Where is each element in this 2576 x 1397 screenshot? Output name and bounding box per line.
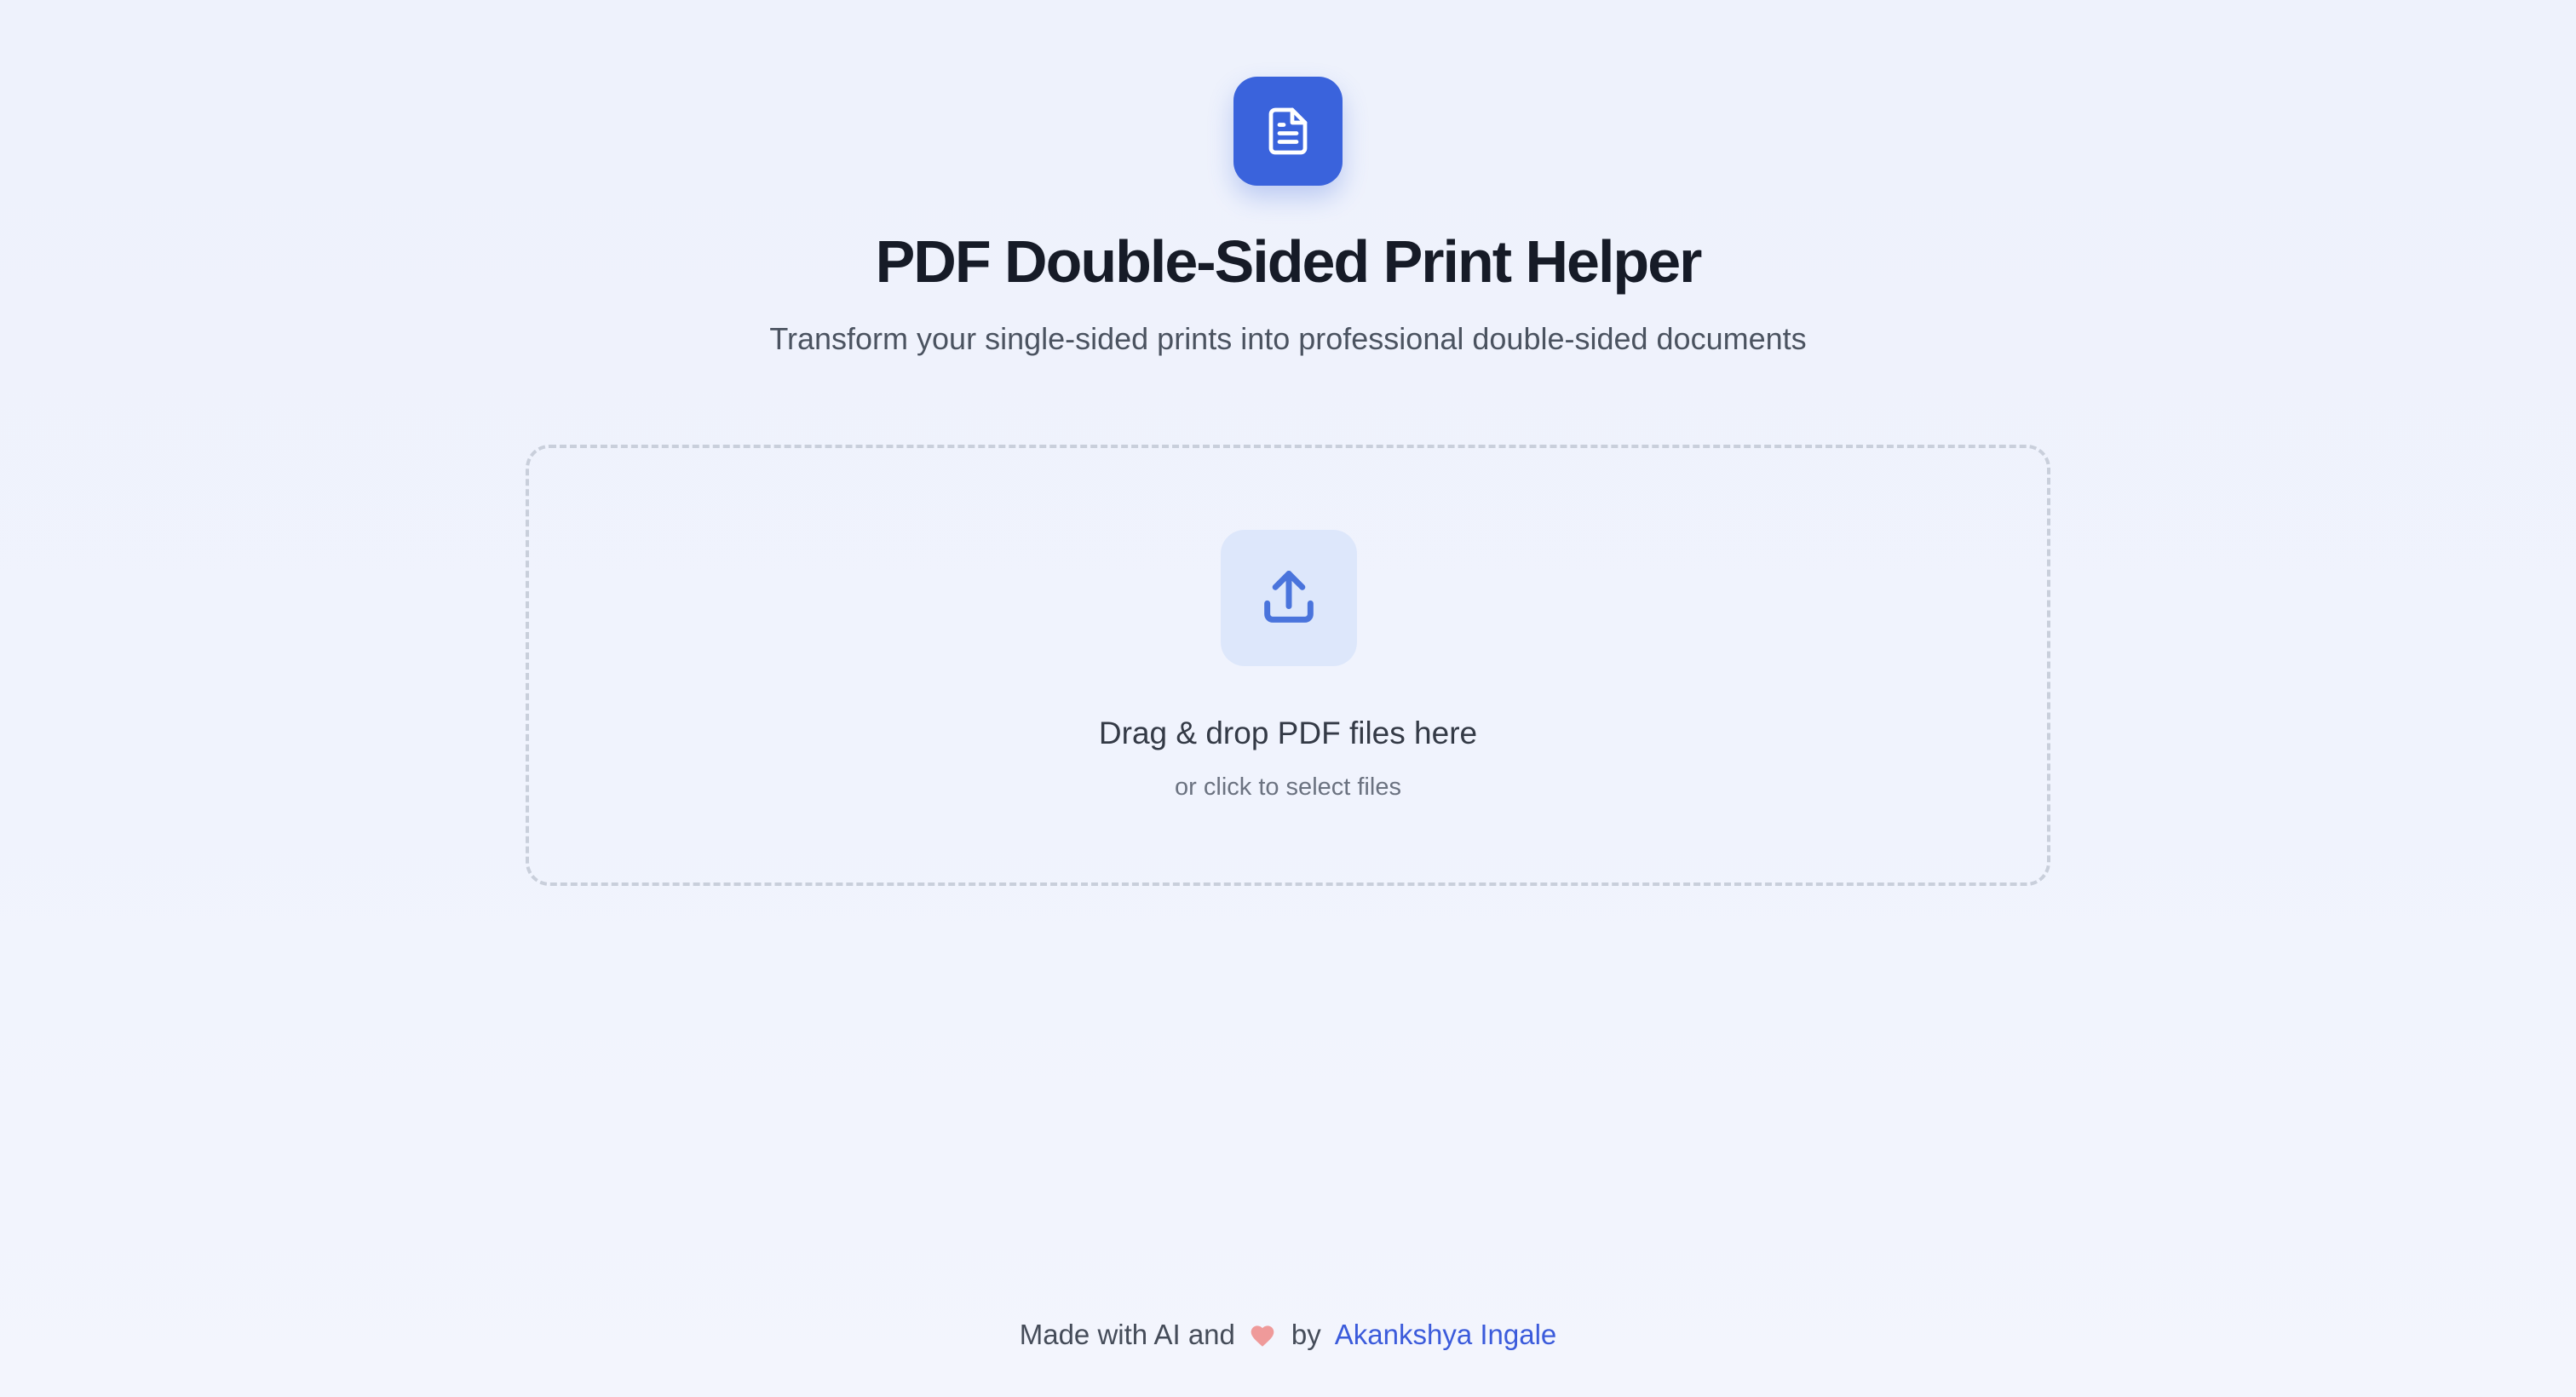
app-logo: [1233, 77, 1343, 186]
author-link[interactable]: Akankshya Ingale: [1335, 1319, 1557, 1351]
heart-icon: [1249, 1322, 1276, 1348]
dropzone-hint: or click to select files: [1175, 773, 1401, 801]
page-title: PDF Double-Sided Print Helper: [875, 228, 1703, 295]
upload-icon-box: [1221, 530, 1357, 666]
footer: Made with AI and by Akankshya Ingale: [0, 1314, 2576, 1356]
footer-prefix: Made with AI and: [1019, 1319, 1235, 1350]
page-subtitle: Transform your single-sided prints into …: [769, 321, 1807, 356]
dropzone-title: Drag & drop PDF files here: [1098, 716, 1478, 750]
upload-icon: [1264, 571, 1314, 623]
footer-by: by: [1291, 1319, 1321, 1350]
pdf-dropzone[interactable]: Drag & drop PDF files here or click to s…: [526, 445, 2050, 886]
document-icon: [1268, 107, 1308, 155]
